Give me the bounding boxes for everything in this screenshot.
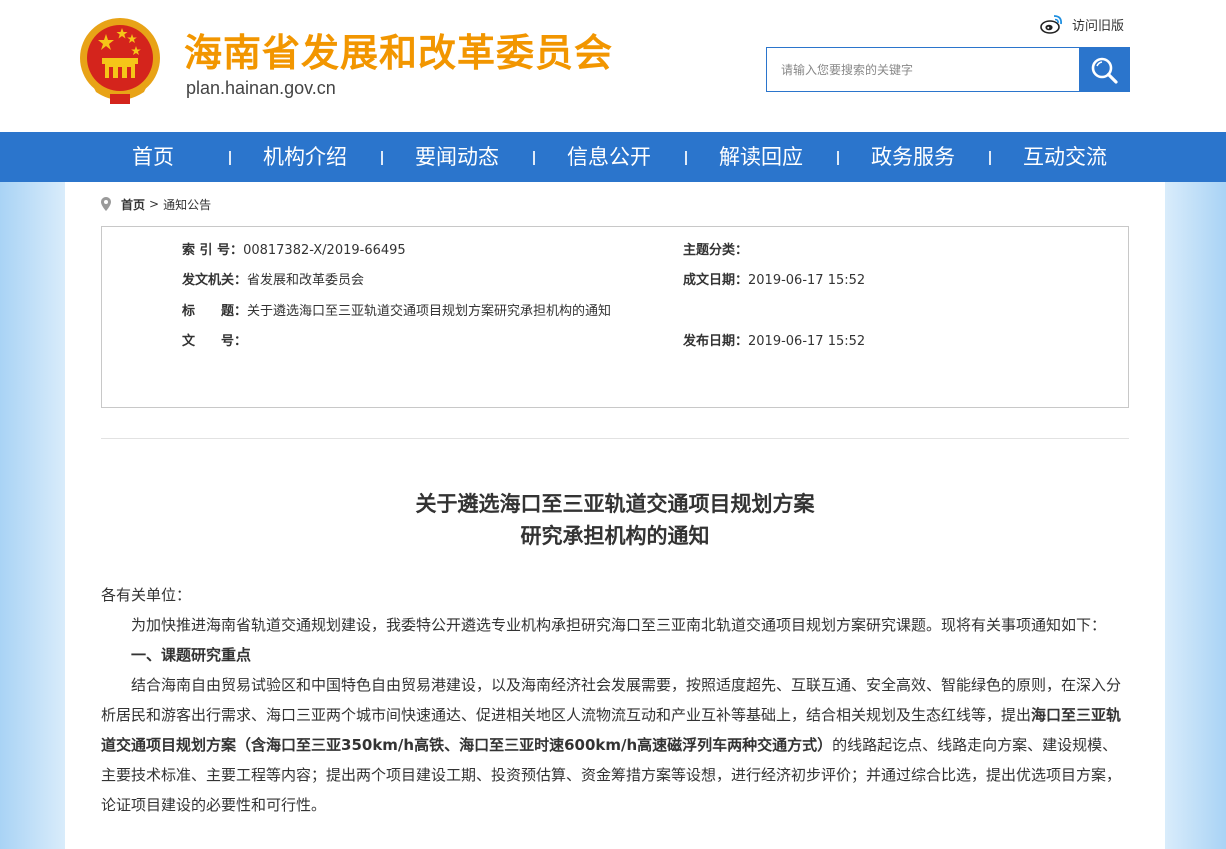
- old-version-link[interactable]: 访问旧版: [1040, 12, 1124, 36]
- nav-separator: [533, 151, 535, 165]
- search-icon: [1091, 57, 1118, 84]
- search-box: [766, 47, 1130, 92]
- article-title-line1: 关于遴选海口至三亚轨道交通项目规划方案: [415, 491, 815, 516]
- nav-separator: [685, 151, 687, 165]
- site-header: 海南省发展和改革委员会 plan.hainan.gov.cn 访问旧版: [0, 0, 1226, 132]
- nav-item-services[interactable]: 政务服务: [853, 132, 973, 182]
- main-nav: 首页 机构介绍 要闻动态 信息公开 解读回应 政务服务 互动交流: [0, 132, 1226, 182]
- nav-item-news[interactable]: 要闻动态: [397, 132, 517, 182]
- article-paragraph: 结合海南自由贸易试验区和中国特色自由贸易港建设，以及海南经济社会发展需要，按照适…: [101, 670, 1129, 820]
- article-title-line2: 研究承担机构的通知: [520, 523, 710, 548]
- breadcrumb-home[interactable]: 首页: [121, 196, 145, 213]
- meta-issuer-value: 省发展和改革委员会: [247, 273, 365, 288]
- meta-docno: 文 号：: [182, 330, 247, 349]
- search-input[interactable]: [767, 48, 1079, 91]
- meta-title-label: 标 题：: [182, 304, 248, 319]
- paragraph-text: 结合海南自由贸易试验区和中国特色自由贸易港建设，以及海南经济社会发展需要，按照适…: [101, 676, 1122, 724]
- document-metadata: 索 引 号：00817382-X/2019-66495 主题分类： 发文机关：省…: [101, 226, 1129, 408]
- nav-item-home[interactable]: 首页: [93, 132, 213, 182]
- article-paragraph: 为加快推进海南省轨道交通规划建设，我委特公开遴选专业机构承担研究海口至三亚南北轨…: [131, 616, 1107, 634]
- article-body: 各有关单位： 为加快推进海南省轨道交通规划建设，我委特公开遴选专业机构承担研究海…: [101, 580, 1129, 820]
- article-title: 关于遴选海口至三亚轨道交通项目规划方案 研究承担机构的通知: [101, 488, 1129, 552]
- meta-title: 标 题：关于遴选海口至三亚轨道交通项目规划方案研究承担机构的通知: [182, 300, 611, 319]
- section-heading-text: 一、课题研究重点: [131, 646, 252, 664]
- meta-created: 成文日期：2019-06-17 15:52: [683, 269, 865, 288]
- nav-separator: [229, 151, 231, 165]
- article-salutation: 各有关单位：: [101, 586, 192, 604]
- search-button[interactable]: [1079, 48, 1129, 91]
- meta-published-label: 发布日期：: [683, 334, 749, 349]
- nav-item-about[interactable]: 机构介绍: [245, 132, 365, 182]
- nav-item-interaction[interactable]: 互动交流: [1005, 132, 1125, 182]
- meta-index-label: 索 引 号：: [182, 243, 244, 258]
- meta-created-label: 成文日期：: [683, 273, 749, 288]
- nav-item-disclosure[interactable]: 信息公开: [549, 132, 669, 182]
- nav-separator: [989, 151, 991, 165]
- nav-item-interpretation[interactable]: 解读回应: [701, 132, 821, 182]
- national-emblem-icon: [80, 18, 160, 104]
- meta-topic: 主题分类：: [683, 239, 748, 258]
- meta-index: 索 引 号：00817382-X/2019-66495: [182, 239, 406, 258]
- breadcrumb: 首页 > 通知公告: [101, 196, 211, 212]
- meta-index-value: 00817382-X/2019-66495: [243, 243, 406, 258]
- location-pin-icon: [101, 197, 111, 211]
- meta-docno-label: 文 号：: [182, 334, 248, 349]
- site-domain: plan.hainan.gov.cn: [186, 78, 336, 98]
- meta-title-value: 关于遴选海口至三亚轨道交通项目规划方案研究承担机构的通知: [247, 304, 612, 319]
- site-title[interactable]: 海南省发展和改革委员会: [184, 22, 613, 77]
- meta-created-value: 2019-06-17 15:52: [748, 273, 866, 288]
- section-heading: 一、课题研究重点: [101, 640, 1129, 670]
- old-version-label: 访问旧版: [1072, 18, 1125, 34]
- meta-issuer-label: 发文机关：: [182, 273, 248, 288]
- meta-published: 发布日期：2019-06-17 15:52: [683, 330, 865, 349]
- weibo-icon: [1040, 15, 1063, 34]
- nav-separator: [837, 151, 839, 165]
- breadcrumb-separator: >: [149, 197, 160, 211]
- breadcrumb-current[interactable]: 通知公告: [163, 196, 211, 213]
- main-content: 首页 > 通知公告 索 引 号：00817382-X/2019-66495 主题…: [65, 182, 1165, 849]
- meta-topic-label: 主题分类：: [683, 243, 749, 258]
- meta-published-value: 2019-06-17 15:52: [748, 334, 866, 349]
- nav-separator: [381, 151, 383, 165]
- content-divider: [101, 438, 1129, 439]
- meta-issuer: 发文机关：省发展和改革委员会: [182, 269, 364, 288]
